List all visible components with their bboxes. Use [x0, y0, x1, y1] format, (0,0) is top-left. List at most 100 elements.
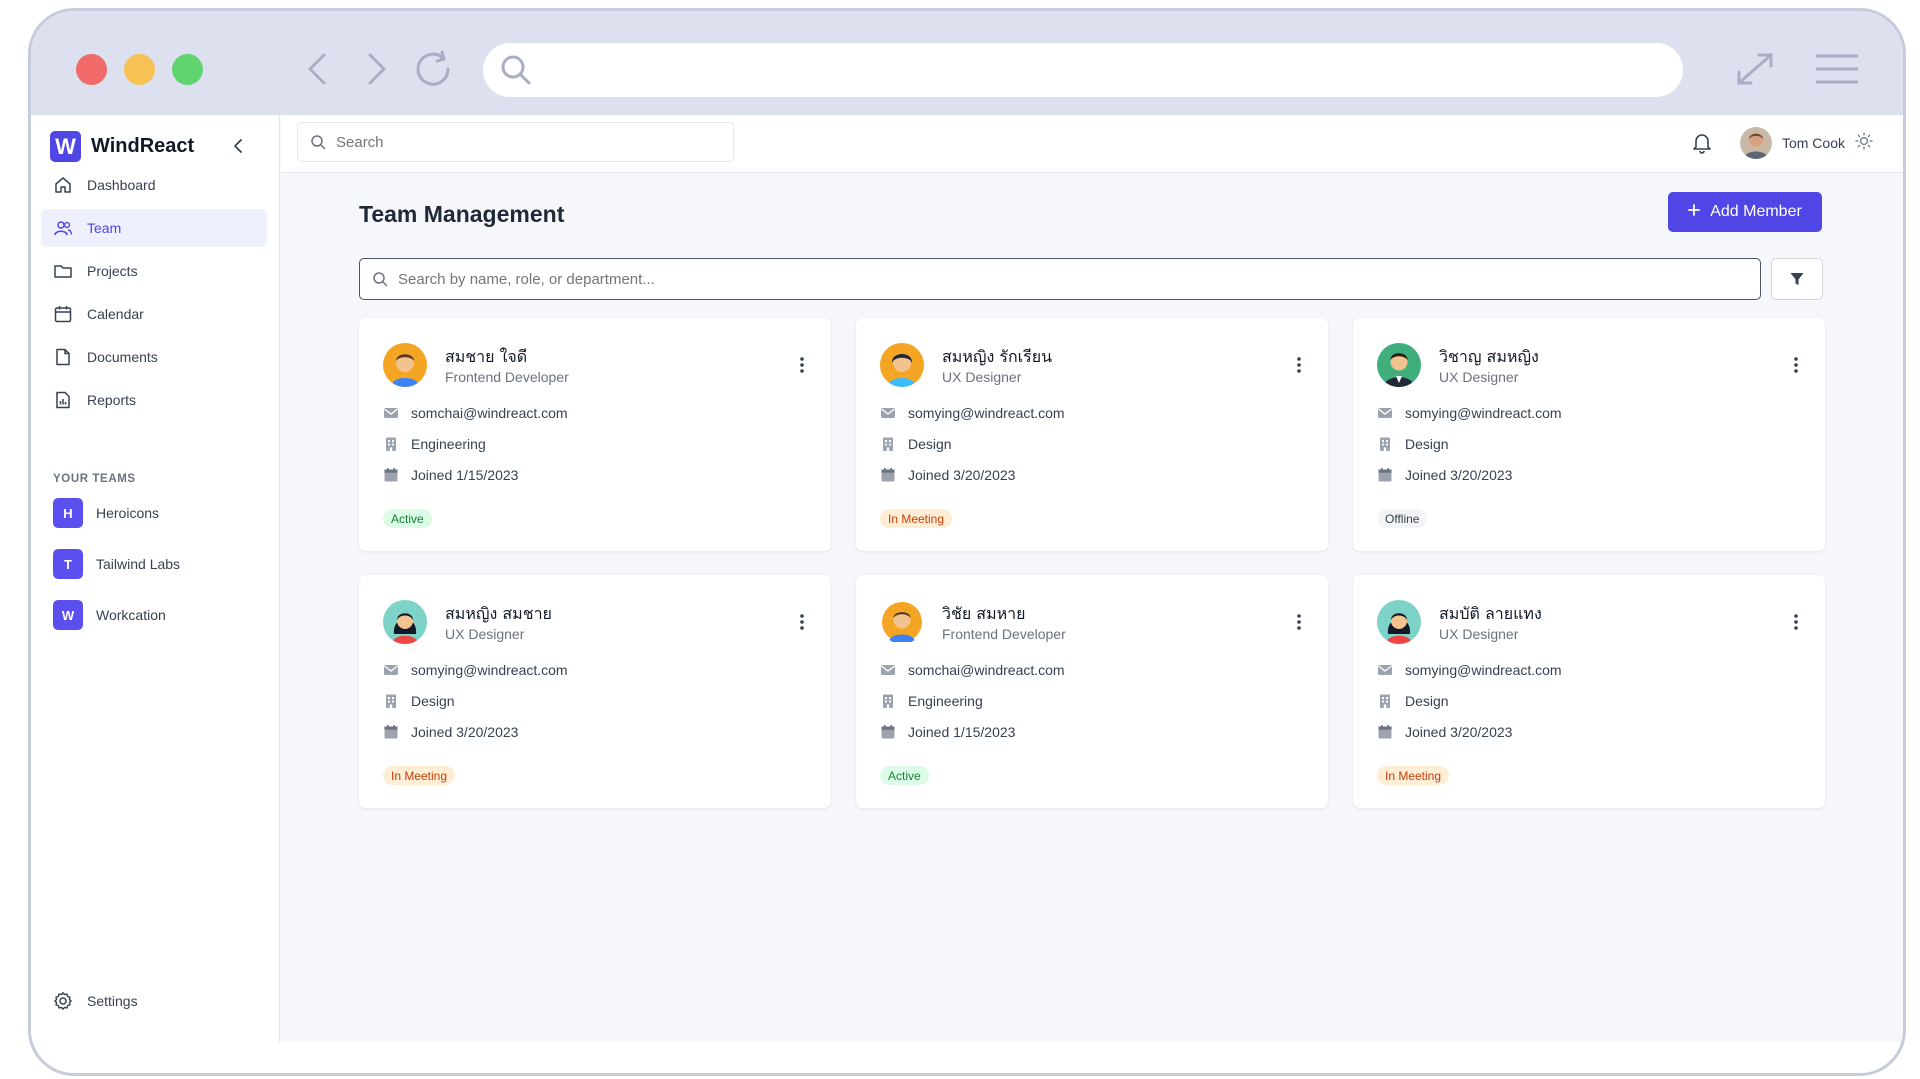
building-icon [1380, 694, 1390, 708]
status-badge: Offline [1377, 509, 1428, 528]
status-badge: In Meeting [1377, 766, 1450, 785]
bell-icon[interactable] [1682, 125, 1722, 161]
member-role: UX Designer [1439, 626, 1519, 642]
filter-icon [1790, 273, 1804, 285]
more-options-icon[interactable] [799, 611, 805, 633]
sidebar-item-settings[interactable]: Settings [53, 991, 138, 1011]
member-joined: Joined 3/20/2023 [1405, 467, 1513, 483]
user-avatar[interactable] [1739, 127, 1772, 159]
topbar: Tom Cook [281, 115, 1903, 173]
team-badge: T [53, 549, 83, 579]
team-item-tailwind-labs[interactable]: T Tailwind Labs [53, 549, 180, 579]
brand-name: WindReact [91, 135, 195, 157]
plus-icon [1688, 203, 1701, 221]
more-options-icon[interactable] [1793, 354, 1799, 376]
member-name: วิชาญ สมหญิง [1439, 347, 1539, 366]
browser-window: W WindReact Dashboard Team Projects Cale… [28, 8, 1906, 1076]
maximize-window-button[interactable] [172, 54, 203, 85]
member-email[interactable]: somying@windreact.com [411, 662, 568, 678]
calendar-icon [881, 468, 895, 482]
minimize-window-button[interactable] [124, 54, 155, 85]
sidebar-item-label: Dashboard [87, 177, 156, 193]
sidebar-item-calendar[interactable]: Calendar [41, 295, 267, 333]
search-icon [497, 51, 535, 94]
address-bar[interactable] [483, 43, 1683, 97]
mail-icon [384, 408, 398, 418]
member-card-2[interactable]: สมหญิง รักเรียน UX Designer somying@wind… [856, 318, 1328, 551]
member-search-input[interactable] [398, 270, 1698, 288]
menu-icon[interactable] [1807, 45, 1867, 93]
sidebar-item-reports[interactable]: Reports [41, 381, 267, 419]
calendar-icon [1378, 468, 1392, 482]
member-email[interactable]: somchai@windreact.com [411, 405, 568, 421]
member-department-row: Engineering [383, 436, 486, 452]
calendar-icon [1378, 725, 1392, 739]
team-label: Tailwind Labs [96, 556, 181, 572]
status-badge: Active [383, 509, 432, 528]
mail-icon [1378, 665, 1392, 675]
member-department: Design [1405, 436, 1449, 452]
member-card-4[interactable]: สมหญิง สมชาย UX Designer somying@windrea… [359, 575, 831, 808]
member-email[interactable]: somchai@windreact.com [908, 662, 1065, 678]
member-email-row: somying@windreact.com [1377, 662, 1562, 678]
member-joined: Joined 3/20/2023 [1405, 724, 1513, 740]
team-item-workcation[interactable]: W Workcation [53, 600, 180, 630]
global-search-input[interactable] [336, 133, 696, 151]
sidebar: W WindReact Dashboard Team Projects Cale… [31, 115, 280, 1042]
member-name: สมบัติ ลายแทง [1439, 604, 1542, 623]
member-department-row: Design [1377, 436, 1449, 452]
member-department-row: Design [1377, 693, 1449, 709]
member-email[interactable]: somying@windreact.com [1405, 662, 1562, 678]
sidebar-item-label: Reports [87, 392, 137, 408]
member-card-1[interactable]: สมชาย ใจดี Frontend Developer somchai@wi… [359, 318, 831, 551]
forward-icon[interactable] [353, 45, 401, 93]
reload-icon[interactable] [411, 45, 459, 93]
member-email[interactable]: somying@windreact.com [1405, 405, 1562, 421]
expand-icon[interactable] [1731, 45, 1779, 93]
main-content: Team Management Add Member สมชาย ใจดี Fr… [281, 173, 1903, 1042]
user-name[interactable]: Tom Cook [1782, 135, 1845, 151]
team-badge: H [53, 498, 83, 528]
collapse-sidebar-icon[interactable] [227, 135, 249, 157]
member-card-6[interactable]: สมบัติ ลายแทง UX Designer somying@windre… [1353, 575, 1825, 808]
mail-icon [881, 665, 895, 675]
more-options-icon[interactable] [1793, 611, 1799, 633]
member-joined-row: Joined 3/20/2023 [1377, 467, 1512, 483]
sidebar-item-label: Projects [87, 263, 138, 279]
status-badge: Active [880, 766, 929, 785]
member-card-5[interactable]: วิชัย สมหาย Frontend Developer somchai@w… [856, 575, 1328, 808]
member-email-row: somchai@windreact.com [880, 662, 1065, 678]
member-email-row: somchai@windreact.com [383, 405, 568, 421]
more-options-icon[interactable] [799, 354, 805, 376]
member-name: สมหญิง สมชาย [445, 604, 552, 623]
member-email[interactable]: somying@windreact.com [908, 405, 1065, 421]
add-member-button[interactable]: Add Member [1668, 192, 1822, 232]
member-joined: Joined 1/15/2023 [411, 467, 519, 483]
sidebar-item-team[interactable]: Team [41, 209, 267, 247]
team-item-heroicons[interactable]: H Heroicons [53, 498, 180, 528]
app-root: W WindReact Dashboard Team Projects Cale… [31, 115, 1903, 1042]
sidebar-item-dashboard[interactable]: Dashboard [41, 166, 267, 204]
sidebar-item-documents[interactable]: Documents [41, 338, 267, 376]
building-icon [883, 437, 893, 451]
calendar-icon [384, 725, 398, 739]
filter-button[interactable] [1771, 258, 1823, 300]
more-options-icon[interactable] [1296, 354, 1302, 376]
member-email-row: somying@windreact.com [880, 405, 1065, 421]
more-options-icon[interactable] [1296, 611, 1302, 633]
member-department-row: Engineering [880, 693, 983, 709]
building-icon [386, 694, 396, 708]
sun-icon[interactable] [1855, 131, 1873, 155]
member-search[interactable] [359, 258, 1761, 300]
brand[interactable]: W WindReact [50, 131, 194, 162]
close-window-button[interactable] [76, 54, 107, 85]
back-icon[interactable] [293, 45, 341, 93]
status-badge: In Meeting [383, 766, 456, 785]
home-icon [55, 177, 71, 193]
member-department: Design [411, 693, 455, 709]
calendar-icon [881, 725, 895, 739]
sidebar-item-projects[interactable]: Projects [41, 252, 267, 290]
member-role: UX Designer [445, 626, 525, 642]
member-card-3[interactable]: วิชาญ สมหญิง UX Designer somying@windrea… [1353, 318, 1825, 551]
global-search[interactable] [297, 122, 734, 162]
